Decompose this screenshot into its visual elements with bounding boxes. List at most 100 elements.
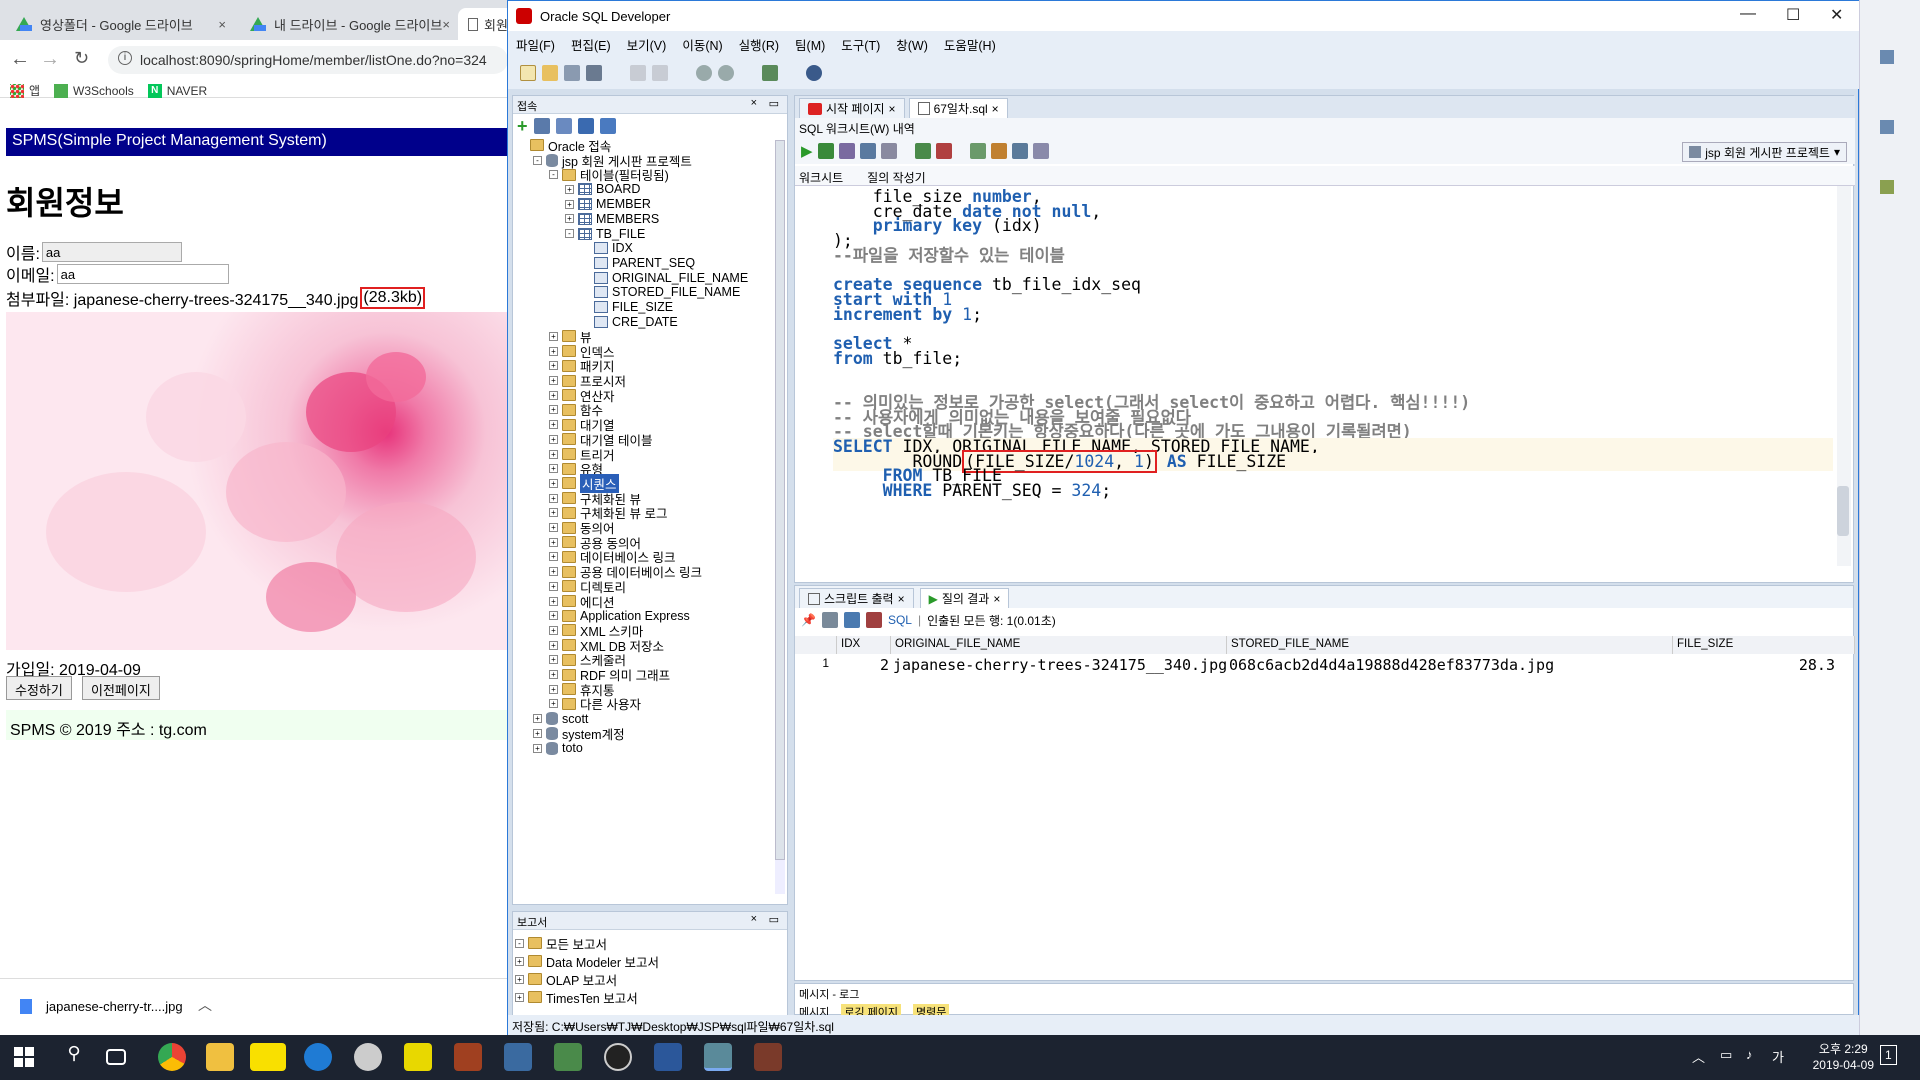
app-icon[interactable] bbox=[754, 1043, 782, 1071]
expand-icon[interactable]: + bbox=[549, 346, 558, 356]
explain-plan-icon[interactable] bbox=[859, 143, 876, 159]
expand-icon[interactable]: + bbox=[549, 405, 558, 415]
cancel-query-icon[interactable] bbox=[865, 612, 882, 628]
panel-close-icon[interactable]: × bbox=[751, 913, 757, 925]
menu-help[interactable]: 도움말(H) bbox=[944, 35, 996, 54]
expand-icon[interactable]: + bbox=[533, 714, 542, 724]
menu-file[interactable]: 파일(F) bbox=[516, 35, 555, 54]
email-field[interactable]: aa bbox=[56, 264, 229, 284]
grid-header[interactable]: ORIGINAL_FILE_NAME bbox=[891, 636, 1227, 654]
tab-close-icon[interactable]: × bbox=[993, 592, 1000, 606]
refresh-icon[interactable] bbox=[533, 118, 550, 134]
menu-window[interactable]: 창(W) bbox=[896, 35, 928, 54]
undo-icon[interactable] bbox=[630, 65, 646, 81]
expand-icon[interactable]: + bbox=[549, 655, 558, 665]
browser-tab[interactable]: 내 드라이브 - Google 드라이브 × bbox=[240, 8, 455, 40]
menu-edit[interactable]: 편집(E) bbox=[571, 35, 611, 54]
forward-arrow-icon[interactable]: → bbox=[40, 48, 60, 71]
save-icon[interactable] bbox=[564, 65, 580, 81]
filter-icon[interactable] bbox=[555, 118, 572, 134]
expand-icon[interactable]: + bbox=[549, 640, 558, 650]
expand-icon[interactable]: + bbox=[565, 184, 574, 194]
tab-query-builder[interactable]: 질의 작성기 bbox=[867, 169, 926, 185]
panel-close-icon[interactable]: × bbox=[751, 97, 757, 109]
back-arrow-icon[interactable]: ← bbox=[10, 48, 30, 71]
expand-icon[interactable]: + bbox=[549, 625, 558, 635]
expand-icon[interactable]: + bbox=[549, 376, 558, 386]
expand-icon[interactable]: + bbox=[549, 449, 558, 459]
rollback-icon[interactable] bbox=[935, 143, 952, 159]
expand-icon[interactable]: + bbox=[549, 390, 558, 400]
sql-tuning-icon[interactable] bbox=[880, 143, 897, 159]
grid-header[interactable]: FILE_SIZE bbox=[1673, 636, 1855, 654]
edge-icon[interactable] bbox=[304, 1043, 332, 1071]
attachment-label[interactable]: 첨부파일: japanese-cherry-trees-324175__340.… bbox=[6, 286, 358, 310]
maximize-icon[interactable]: ☐ bbox=[1786, 5, 1800, 25]
tree-item[interactable]: IDX bbox=[581, 241, 633, 256]
report-item[interactable]: - 모든 보고서 bbox=[515, 934, 607, 952]
tab-script-output[interactable]: 스크립트 출력 × bbox=[799, 588, 914, 608]
file-explorer-icon[interactable] bbox=[206, 1043, 234, 1071]
sql-history-icon[interactable] bbox=[1011, 143, 1028, 159]
menu-navigate[interactable]: 이동(N) bbox=[682, 35, 722, 54]
expand-icon[interactable]: + bbox=[565, 199, 574, 209]
expand-icon[interactable]: + bbox=[549, 670, 558, 680]
task-view-icon[interactable] bbox=[106, 1049, 126, 1065]
tab-query-result[interactable]: ▶ 질의 결과 × bbox=[919, 588, 1010, 608]
prev-page-button[interactable]: 이전페이지 bbox=[82, 676, 160, 700]
table-cell[interactable]: 068c6acb2d4d4a19888d428ef83773da.jpg bbox=[1227, 654, 1673, 674]
expand-icon[interactable]: + bbox=[549, 699, 558, 709]
expand-icon[interactable]: + bbox=[549, 464, 558, 474]
browser-tab[interactable]: 영상폴더 - Google 드라이브 × bbox=[6, 8, 236, 40]
editor-scrollbar[interactable] bbox=[1837, 186, 1851, 566]
collapse-icon[interactable]: - bbox=[565, 229, 574, 239]
tree-item[interactable]: - TB_FILE bbox=[565, 226, 645, 241]
grid-header[interactable]: STORED_FILE_NAME bbox=[1227, 636, 1673, 654]
menu-tools[interactable]: 도구(T) bbox=[841, 35, 880, 54]
tab-worksheet[interactable]: 워크시트 bbox=[799, 169, 843, 185]
notification-icon[interactable]: 1 bbox=[1880, 1045, 1897, 1065]
back-nav-icon[interactable] bbox=[696, 65, 712, 81]
bookmark-apps[interactable]: 앱 bbox=[10, 82, 40, 99]
report-item[interactable]: + Data Modeler 보고서 bbox=[515, 952, 659, 970]
ime-indicator[interactable]: 가 bbox=[1772, 1047, 1784, 1066]
close-icon[interactable]: ✕ bbox=[1830, 5, 1843, 25]
tree-item[interactable]: FILE_SIZE bbox=[581, 300, 673, 315]
expand-icon[interactable]: + bbox=[549, 567, 558, 577]
run-statement-icon[interactable]: ▶ bbox=[801, 142, 813, 160]
expand-icon[interactable]: + bbox=[549, 434, 558, 444]
bookmark-w3schools[interactable]: W3Schools bbox=[54, 83, 134, 98]
search-icon[interactable]: ⚲ bbox=[60, 1043, 88, 1071]
tab-sql-file[interactable]: 67일차.sql × bbox=[908, 98, 1008, 118]
expand-icon[interactable]: + bbox=[549, 523, 558, 533]
tree-item[interactable]: STORED_FILE_NAME bbox=[581, 285, 740, 300]
expand-icon[interactable]: + bbox=[549, 361, 558, 371]
expand-icon[interactable]: + bbox=[549, 581, 558, 591]
expand-icon[interactable]: + bbox=[549, 331, 558, 341]
eclipse-icon[interactable] bbox=[354, 1043, 382, 1071]
new-file-icon[interactable] bbox=[520, 65, 536, 81]
sql-developer-taskbar-icon[interactable] bbox=[704, 1043, 732, 1071]
sql-label[interactable]: SQL bbox=[888, 613, 912, 627]
windows-start-icon[interactable] bbox=[14, 1047, 34, 1067]
bookmark-naver[interactable]: N NAVER bbox=[147, 83, 207, 98]
import-icon[interactable] bbox=[599, 118, 616, 134]
download-filename[interactable]: japanese-cherry-tr....jpg bbox=[46, 999, 183, 1014]
info-icon[interactable]: i bbox=[118, 51, 132, 65]
table-cell[interactable]: 1 bbox=[795, 654, 837, 674]
tree-item[interactable]: + 다른 사용자 bbox=[549, 697, 641, 712]
schema-browser-icon[interactable] bbox=[577, 118, 594, 134]
autotrace-icon[interactable] bbox=[838, 143, 855, 159]
format-icon[interactable] bbox=[1032, 143, 1049, 159]
redo-icon[interactable] bbox=[652, 65, 668, 81]
panel-minimize-icon[interactable]: ▭ bbox=[769, 913, 779, 926]
binoculars-icon[interactable] bbox=[806, 65, 822, 81]
tab-close-button[interactable]: × bbox=[218, 17, 226, 32]
print-icon[interactable] bbox=[821, 612, 838, 628]
add-connection-icon[interactable]: + bbox=[517, 116, 528, 137]
app-icon[interactable] bbox=[504, 1043, 532, 1071]
app-icon[interactable] bbox=[604, 1043, 632, 1071]
menu-run[interactable]: 실행(R) bbox=[739, 35, 779, 54]
system-clock[interactable]: 오후 2:29 2019-04-09 bbox=[1813, 1041, 1874, 1073]
name-field[interactable]: aa bbox=[41, 242, 182, 262]
